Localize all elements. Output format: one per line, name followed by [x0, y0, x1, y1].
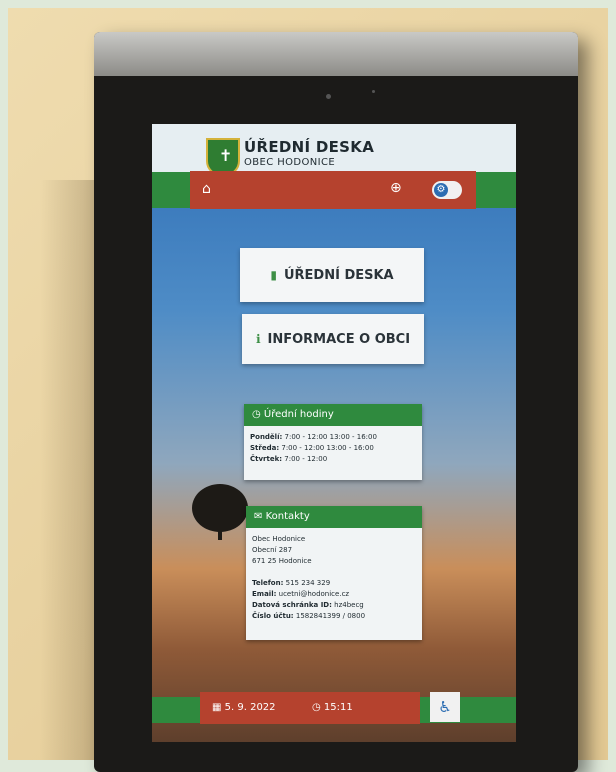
time-display: ◷ 15:11: [312, 702, 353, 713]
kiosk-top-bezel: [94, 32, 578, 76]
contact-row: Datová schránka ID: hz4becg: [252, 601, 364, 609]
informace-button[interactable]: ℹ INFORMACE O OBCI: [242, 314, 424, 364]
date-text: 5. 9. 2022: [224, 702, 276, 713]
uredni-deska-label: ÚŘEDNÍ DESKA: [283, 267, 394, 283]
date-display: ▦ 5. 9. 2022: [212, 702, 276, 713]
kiosk-screen: ✝ ÚŘEDNÍ DESKA OBEC HODONICE ⌂ ⊕ ⚙ ▮ ÚŘE…: [152, 124, 516, 742]
hours-panel: ◷ Úřední hodiny Pondělí: 7:00 - 12:00 13…: [244, 404, 422, 480]
hours-title: Úřední hodiny: [263, 409, 334, 420]
contacts-panel-header: ✉ Kontakty: [246, 506, 422, 528]
hours-panel-header: ◷ Úřední hodiny: [244, 404, 422, 426]
informace-label: INFORMACE O OBCI: [267, 331, 411, 347]
contacts-panel: ✉ Kontakty Obec Hodonice Obecní 287 671 …: [246, 506, 422, 640]
clipboard-icon: ▮: [270, 268, 277, 282]
clock-icon: ◷: [252, 409, 261, 420]
address-line: 671 25 Hodonice: [252, 557, 312, 565]
calendar-icon: ▦: [212, 702, 222, 713]
envelope-icon: ✉: [254, 511, 263, 522]
contacts-title: Kontakty: [265, 511, 310, 522]
settings-toggle[interactable]: ⚙: [432, 181, 462, 199]
time-text: 15:11: [323, 702, 353, 713]
address-line: Obec Hodonice: [252, 535, 306, 543]
zoom-icon[interactable]: ⊕: [390, 180, 402, 196]
contact-row: Email: ucetni@hodonice.cz: [252, 590, 350, 598]
footer-bar: ▦ 5. 9. 2022 ◷ 15:11: [200, 692, 420, 724]
top-navbar: ⌂ ⊕ ⚙: [190, 171, 476, 209]
accessibility-button[interactable]: ♿: [430, 692, 460, 722]
camera-icon: [326, 94, 331, 99]
hours-row: Čtvrtek: 7:00 - 12:00: [250, 455, 328, 463]
hours-row: Pondělí: 7:00 - 12:00 13:00 - 16:00: [250, 433, 377, 441]
page-subtitle: OBEC HODONICE: [244, 157, 336, 168]
wheelchair-icon: ♿: [438, 698, 452, 716]
uredni-deska-button[interactable]: ▮ ÚŘEDNÍ DESKA: [240, 248, 424, 302]
tree-trunk: [218, 524, 222, 540]
contact-row: Číslo účtu: 1582841399 / 0800: [252, 612, 366, 620]
cross-icon: ✝: [219, 146, 233, 165]
hours-list: Pondělí: 7:00 - 12:00 13:00 - 16:00 Stře…: [244, 426, 422, 471]
page-title: ÚŘEDNÍ DESKA: [244, 138, 375, 156]
contacts-list: Obec Hodonice Obecní 287 671 25 Hodonice…: [246, 528, 422, 628]
contact-row: Telefon: 515 234 329: [252, 579, 331, 587]
clock-icon: ◷: [312, 702, 321, 713]
home-icon[interactable]: ⌂: [202, 181, 211, 197]
address-line: Obecní 287: [252, 546, 293, 554]
gear-icon: ⚙: [434, 183, 448, 197]
hours-row: Středa: 7:00 - 12:00 13:00 - 16:00: [250, 444, 374, 452]
sensor-icon: [372, 90, 375, 93]
info-icon: ℹ: [255, 332, 261, 346]
